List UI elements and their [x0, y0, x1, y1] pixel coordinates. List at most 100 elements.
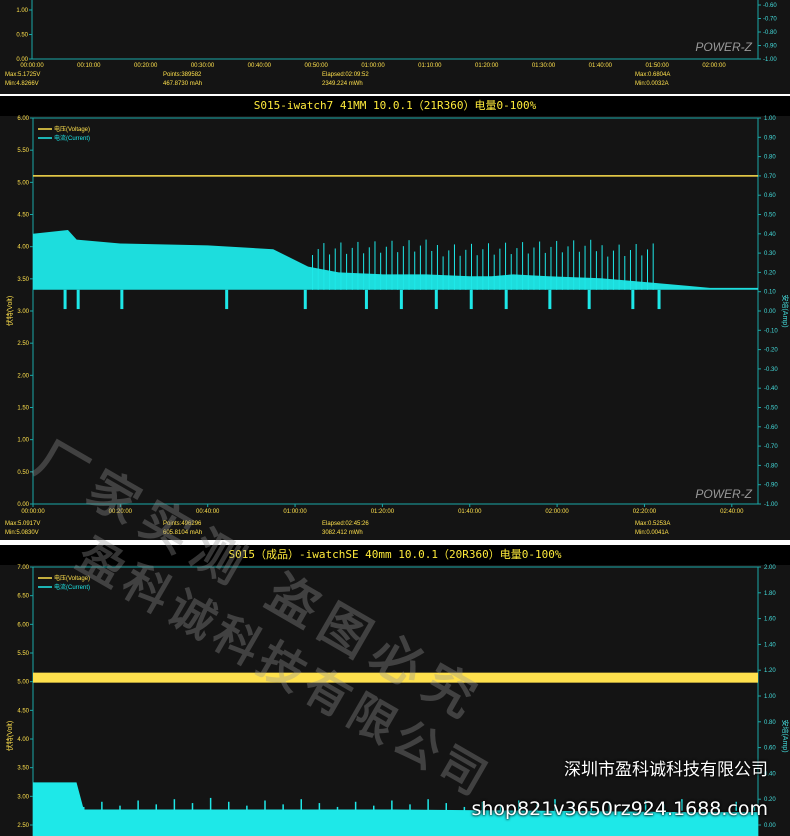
- stats-1-col1: Max:5.1725V Min:4.8266V: [5, 71, 40, 89]
- chart-panel-2: S015-iwatch7 41MM 10.0.1（21R360）电量0-100%…: [0, 96, 790, 540]
- chart-1-svg: 1.000.500.00-0.60-0.70-0.80-0.90-1.0000:…: [16, 0, 777, 69]
- stats-2-max-current: Max:0.5253A: [635, 521, 671, 527]
- stats-1-max-current: Max:0.6804A: [635, 72, 671, 78]
- chart-3-y-left-tick: 5.50: [17, 651, 29, 657]
- chart-2-y-right-tick: -0.50: [764, 406, 778, 412]
- chart-3-y-right-tick: 2.00: [764, 565, 776, 571]
- stats-2-max-voltage: Max:5.0917V: [5, 521, 41, 527]
- chart-3-y-right-tick: 0.60: [764, 746, 776, 752]
- chart-2-x-tick: 02:00:00: [545, 509, 569, 515]
- chart-2-y-right-label: 安培(Amp): [781, 294, 790, 327]
- chart-2-current-dip: [504, 289, 508, 310]
- chart-1-x-tick: 00:20:00: [134, 63, 158, 69]
- chart-2-logo: POWER-Z: [695, 487, 752, 501]
- chart-2-y-right-tick: -0.30: [764, 367, 778, 373]
- chart-3-y-right-tick: 0.00: [764, 823, 776, 829]
- chart-2-x-tick: 00:40:00: [196, 509, 220, 515]
- chart-2-y-left-tick: 3.50: [17, 277, 29, 283]
- chart-2-current-dip: [303, 289, 307, 310]
- chart-1-x-tick: 00:40:00: [248, 63, 272, 69]
- chart-2-y-right-tick: 0.90: [764, 135, 776, 141]
- chart-2-y-left-tick: 4.00: [17, 245, 29, 251]
- stats-1-min-voltage: Min:4.8266V: [5, 81, 39, 87]
- chart-1-y-right-tick: -0.70: [763, 17, 777, 23]
- stats-1-mah: 467.8730 mAh: [163, 81, 203, 87]
- chart-3-svg: 7.00 6.50 6.00 5.50 5.00 4.50 4.00 3.50 3.00 2.50…: [5, 565, 790, 836]
- chart-2-y-right-tick: 0.20: [764, 270, 776, 276]
- chart-2-current-dip: [657, 289, 661, 310]
- stats-2-min-voltage: Min:5.0830V: [5, 530, 39, 536]
- chart-2-y-right-tick: 0.10: [764, 290, 776, 296]
- chart-2-y-left-tick: 3.00: [17, 309, 29, 315]
- stats-2-col4: Max:0.5253A Min:0.0041A: [635, 520, 670, 538]
- chart-3-y-left-tick: 4.50: [17, 708, 29, 714]
- chart-2-x-tick: 02:20:00: [633, 509, 657, 515]
- stats-1-max-voltage: Max:5.1725V: [5, 72, 41, 78]
- chart-2-y-left-tick: 0.00: [17, 502, 29, 508]
- chart-3-y-right-tick: 1.20: [764, 668, 776, 674]
- chart-1-x-tick: 01:40:00: [589, 63, 613, 69]
- chart-3-y-left-tick: 6.00: [17, 622, 29, 628]
- chart-1-x-tick: 01:00:00: [361, 63, 385, 69]
- chart-2-y-left-tick: 5.50: [17, 148, 29, 154]
- chart-3-y-left-tick: 4.00: [17, 737, 29, 743]
- chart-2-y-right-tick: 0.50: [764, 213, 776, 219]
- chart-1-y-left-tick: 1.00: [16, 8, 28, 14]
- chart-1-x-tick: 01:50:00: [645, 63, 669, 69]
- chart-2-x-tick: 01:20:00: [371, 509, 395, 515]
- chart-1-y-right-tick: -0.60: [763, 3, 777, 9]
- chart-1-x-tick: 01:30:00: [532, 63, 556, 69]
- chart-1-frame: [31, 0, 759, 60]
- stats-2-mah: 605.8104 mAh: [163, 530, 203, 536]
- chart-3-y-left-tick: 3.00: [17, 794, 29, 800]
- chart-2-y-left-tick: 4.50: [17, 213, 29, 219]
- chart-2-y-right-tick: -0.60: [764, 425, 778, 431]
- chart-3-legend-current: 电流(Current): [54, 583, 90, 591]
- footer-company: 深圳市盈科诚科技有限公司: [564, 760, 768, 780]
- chart-2-current-dip: [76, 289, 80, 310]
- chart-2-y-right-tick: 1.00: [764, 116, 776, 122]
- chart-2-y-left-tick: 2.00: [17, 373, 29, 379]
- chart-2-y-left-tick: 5.00: [17, 180, 29, 186]
- chart-2-x-tick: 01:00:00: [283, 509, 307, 515]
- chart-2-y-right-tick: 0.40: [764, 232, 776, 238]
- chart-2-y-left-tick: 6.00: [17, 116, 29, 122]
- chart-panel-1: 1.00 0.50 0.00 -0.60 -0.70 -0.80 -0.90 -1.00 00:…: [0, 0, 790, 94]
- chart-2-current-dip: [63, 289, 67, 310]
- chart-3-y-right-tick: 1.00: [764, 694, 776, 700]
- chart-1-y-right-tick: -0.90: [763, 44, 777, 50]
- stats-1-col4: Max:0.6804A Min:0.0032A: [635, 71, 670, 89]
- chart-2-svg: 6.00 5.50 5.00 4.50 4.00 3.50 3.00 2.50 2.00 1.50…: [5, 116, 790, 515]
- chart-2-series-current: [33, 229, 758, 290]
- stats-2-col2: Points:496296 605.8104 mAh: [163, 520, 202, 538]
- chart-2-y-right-tick: 0.00: [764, 309, 776, 315]
- chart-1-logo: POWER-Z: [695, 40, 752, 54]
- chart-2-current-dip: [587, 289, 591, 310]
- stats-1-min-current: Min:0.0032A: [635, 81, 669, 87]
- chart-2-y-right-tick: -0.20: [764, 348, 778, 354]
- stats-1-mwh: 2349.224 mWh: [322, 81, 363, 87]
- chart-1-y-right-tick: -0.80: [763, 30, 777, 36]
- chart-2-current-dip: [469, 289, 473, 310]
- chart-3-y-right-label: 安培(Amp): [781, 719, 790, 752]
- chart-panel-3: S015（成品）-iwatchSE 40mm 10.0.1（20R360）电量0…: [0, 545, 790, 836]
- chart-3-y-right-tick: 1.40: [764, 642, 776, 648]
- chart-3-y-left-tick: 7.00: [17, 565, 29, 571]
- chart-2-current-dip: [399, 289, 403, 310]
- chart-2-y-right-tick: -0.90: [764, 483, 778, 489]
- chart-2-y-right-tick: -0.10: [764, 328, 778, 334]
- chart-3-series-voltage: [33, 672, 758, 683]
- chart-2-y-right-tick: -0.80: [764, 463, 778, 469]
- stats-2-elapsed: Elapsed:02:45:26: [322, 521, 369, 527]
- chart-1-y-left-tick: 0.50: [16, 33, 28, 39]
- chart-2-y-right-tick: 0.70: [764, 174, 776, 180]
- chart-2-y-right-tick: 0.60: [764, 193, 776, 199]
- chart-2-current-dip: [548, 289, 552, 310]
- chart-2-current-dip: [225, 289, 229, 310]
- chart-2-y-right-tick: 0.30: [764, 251, 776, 257]
- footer-url: shop821v3650rz924.1688.com: [471, 798, 768, 820]
- chart-1-y-right-tick: -1.00: [763, 57, 777, 63]
- chart-3-y-right-tick: 0.80: [764, 720, 776, 726]
- chart-2-x-tick: 00:00:00: [21, 509, 45, 515]
- stats-2-min-current: Min:0.0041A: [635, 530, 669, 536]
